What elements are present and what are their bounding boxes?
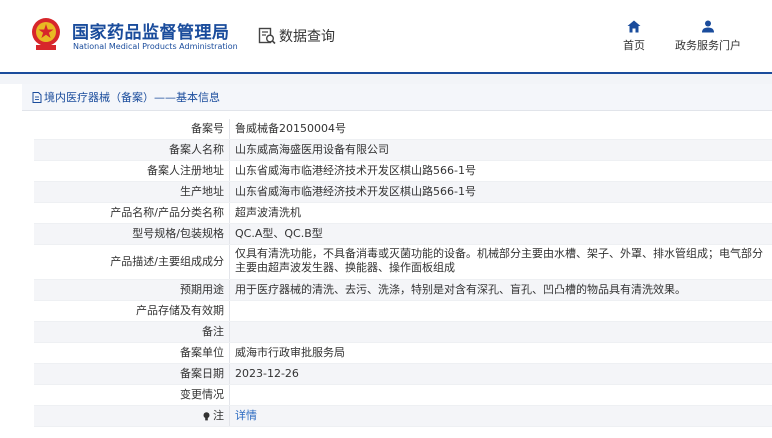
user-icon xyxy=(702,20,714,33)
breadcrumb: 境内医疗器械（备案）——基本信息 xyxy=(22,84,772,111)
document-icon xyxy=(32,91,42,103)
table-row: 备案人名称 山东威高海盛医用设备有限公司 xyxy=(34,140,772,161)
field-value: QC.A型、QC.B型 xyxy=(235,227,323,240)
org-name-en[interactable]: National Medical Products Administration xyxy=(73,42,238,51)
field-label: 备案单位 xyxy=(34,343,230,363)
field-value xyxy=(230,385,772,405)
breadcrumb-title: 境内医疗器械（备案）——基本信息 xyxy=(44,91,220,104)
field-label: 产品存储及有效期 xyxy=(34,301,230,321)
home-icon xyxy=(627,20,641,33)
table-row: 变更情况 xyxy=(34,385,772,406)
table-row: 备案日期 2023-12-26 xyxy=(34,364,772,385)
nav-home[interactable]: 首页 xyxy=(623,20,645,53)
table-row: 型号规格/包装规格 QC.A型、QC.B型 xyxy=(34,224,772,245)
field-value: 威海市行政审批服务局 xyxy=(235,346,345,359)
table-row: 产品名称/产品分类名称 超声波清洗机 xyxy=(34,203,772,224)
field-value xyxy=(230,301,772,321)
nav-government-portal[interactable]: 政务服务门户 xyxy=(675,20,741,53)
field-label: 变更情况 xyxy=(34,385,230,405)
field-value: 鲁威械备20150004号 xyxy=(235,122,346,135)
search-document-icon xyxy=(258,27,276,45)
site-header: 国家药品监督管理局 National Medical Products Admi… xyxy=(0,0,772,72)
table-row: 备案号 鲁威械备20150004号 xyxy=(34,119,772,140)
field-label: 产品描述/主要组成成分 xyxy=(34,245,230,279)
field-value: 用于医疗器械的清洗、去污、洗涤，特别是对含有深孔、盲孔、凹凸槽的物品具有清洗效果… xyxy=(235,283,686,296)
field-value: 2023-12-26 xyxy=(235,367,299,380)
field-label: 备案人注册地址 xyxy=(34,161,230,181)
table-row: 预期用途 用于医疗器械的清洗、去污、洗涤，特别是对含有深孔、盲孔、凹凸槽的物品具… xyxy=(34,280,772,301)
field-value xyxy=(230,322,772,342)
field-label: 备案号 xyxy=(34,119,230,139)
data-query-button[interactable]: 数据查询 xyxy=(258,26,335,46)
page-gap xyxy=(0,74,772,84)
org-name-cn[interactable]: 国家药品监督管理局 xyxy=(72,18,230,43)
field-value: 仅具有清洗功能，不具备消毒或灭菌功能的设备。机械部分主要由水槽、架子、外罩、排水… xyxy=(235,247,763,274)
field-label: 备案日期 xyxy=(34,364,230,384)
field-value: 山东省威海市临港经济技术开发区棋山路566-1号 xyxy=(235,185,476,198)
details-link[interactable]: 详情 xyxy=(235,409,257,423)
data-query-label: 数据查询 xyxy=(279,29,335,45)
field-label: 备案人名称 xyxy=(34,140,230,160)
field-label: 注 xyxy=(34,406,230,426)
table-row: 产品存储及有效期 xyxy=(34,301,772,322)
field-label: 预期用途 xyxy=(34,280,230,300)
record-detail-table: 备案号 鲁威械备20150004号 备案人名称 山东威高海盛医用设备有限公司 备… xyxy=(34,119,772,427)
table-row: 产品描述/主要组成成分 仅具有清洗功能，不具备消毒或灭菌功能的设备。机械部分主要… xyxy=(34,245,772,280)
nav-home-label: 首页 xyxy=(623,39,645,52)
table-row: 生产地址 山东省威海市临港经济技术开发区棋山路566-1号 xyxy=(34,182,772,203)
field-value: 山东省威海市临港经济技术开发区棋山路566-1号 xyxy=(235,164,476,177)
national-emblem-icon[interactable] xyxy=(30,16,62,52)
table-row: 注 详情 xyxy=(34,406,772,427)
field-value: 超声波清洗机 xyxy=(235,206,301,219)
field-label: 产品名称/产品分类名称 xyxy=(34,203,230,223)
field-label: 型号规格/包装规格 xyxy=(34,224,230,244)
note-label: 注 xyxy=(213,409,224,422)
field-value: 详情 xyxy=(230,406,772,426)
nav-government-portal-label: 政务服务门户 xyxy=(675,39,741,52)
field-label: 备注 xyxy=(34,322,230,342)
lightbulb-icon xyxy=(203,411,210,420)
table-row: 备注 xyxy=(34,322,772,343)
field-value: 山东威高海盛医用设备有限公司 xyxy=(235,143,389,156)
table-row: 备案人注册地址 山东省威海市临港经济技术开发区棋山路566-1号 xyxy=(34,161,772,182)
field-label: 生产地址 xyxy=(34,182,230,202)
table-row: 备案单位 威海市行政审批服务局 xyxy=(34,343,772,364)
